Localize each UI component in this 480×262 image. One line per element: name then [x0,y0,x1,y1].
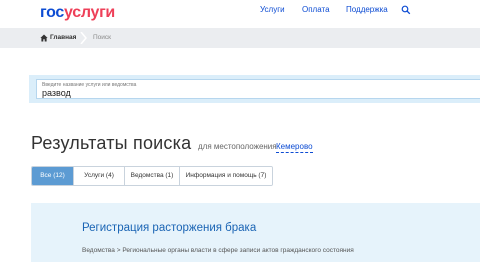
logo-part-gos: гос [40,4,65,21]
tab-departments[interactable]: Ведомства (1) [124,167,179,185]
tab-all[interactable]: Все (12) [32,167,73,185]
breadcrumb-separator-icon [80,32,87,44]
gosuslugi-logo[interactable]: госуслуги [40,4,115,22]
result-category-path: Ведомства > Региональные органы власти в… [82,247,354,254]
location-link[interactable]: Кемерово [276,142,313,153]
page-title: Результаты поиска [31,133,192,153]
nav-link-services[interactable]: Услуги [260,5,285,15]
breadcrumb: Главная Поиск [0,28,480,48]
tab-services[interactable]: Услуги (4) [73,167,124,185]
tab-info-help[interactable]: Информация и помощь (7) [179,167,272,185]
location-prefix: для местоположения [198,142,277,151]
result-title-link[interactable]: Регистрация расторжения брака [82,221,256,235]
nav-link-payment[interactable]: Оплата [302,5,330,15]
top-header: госуслуги Услуги Оплата Поддержка [0,0,480,28]
results-filter-tabs: Все (12) Услуги (4) Ведомства (1) Информ… [31,166,273,186]
logo-part-uslugi: услуги [64,4,115,21]
breadcrumb-home-link[interactable]: Главная [50,34,76,42]
nav-link-support[interactable]: Поддержка [346,5,388,15]
search-input-value[interactable]: развод [42,88,71,98]
breadcrumb-current: Поиск [93,34,112,41]
search-icon[interactable] [401,5,411,15]
home-icon[interactable] [40,34,48,42]
